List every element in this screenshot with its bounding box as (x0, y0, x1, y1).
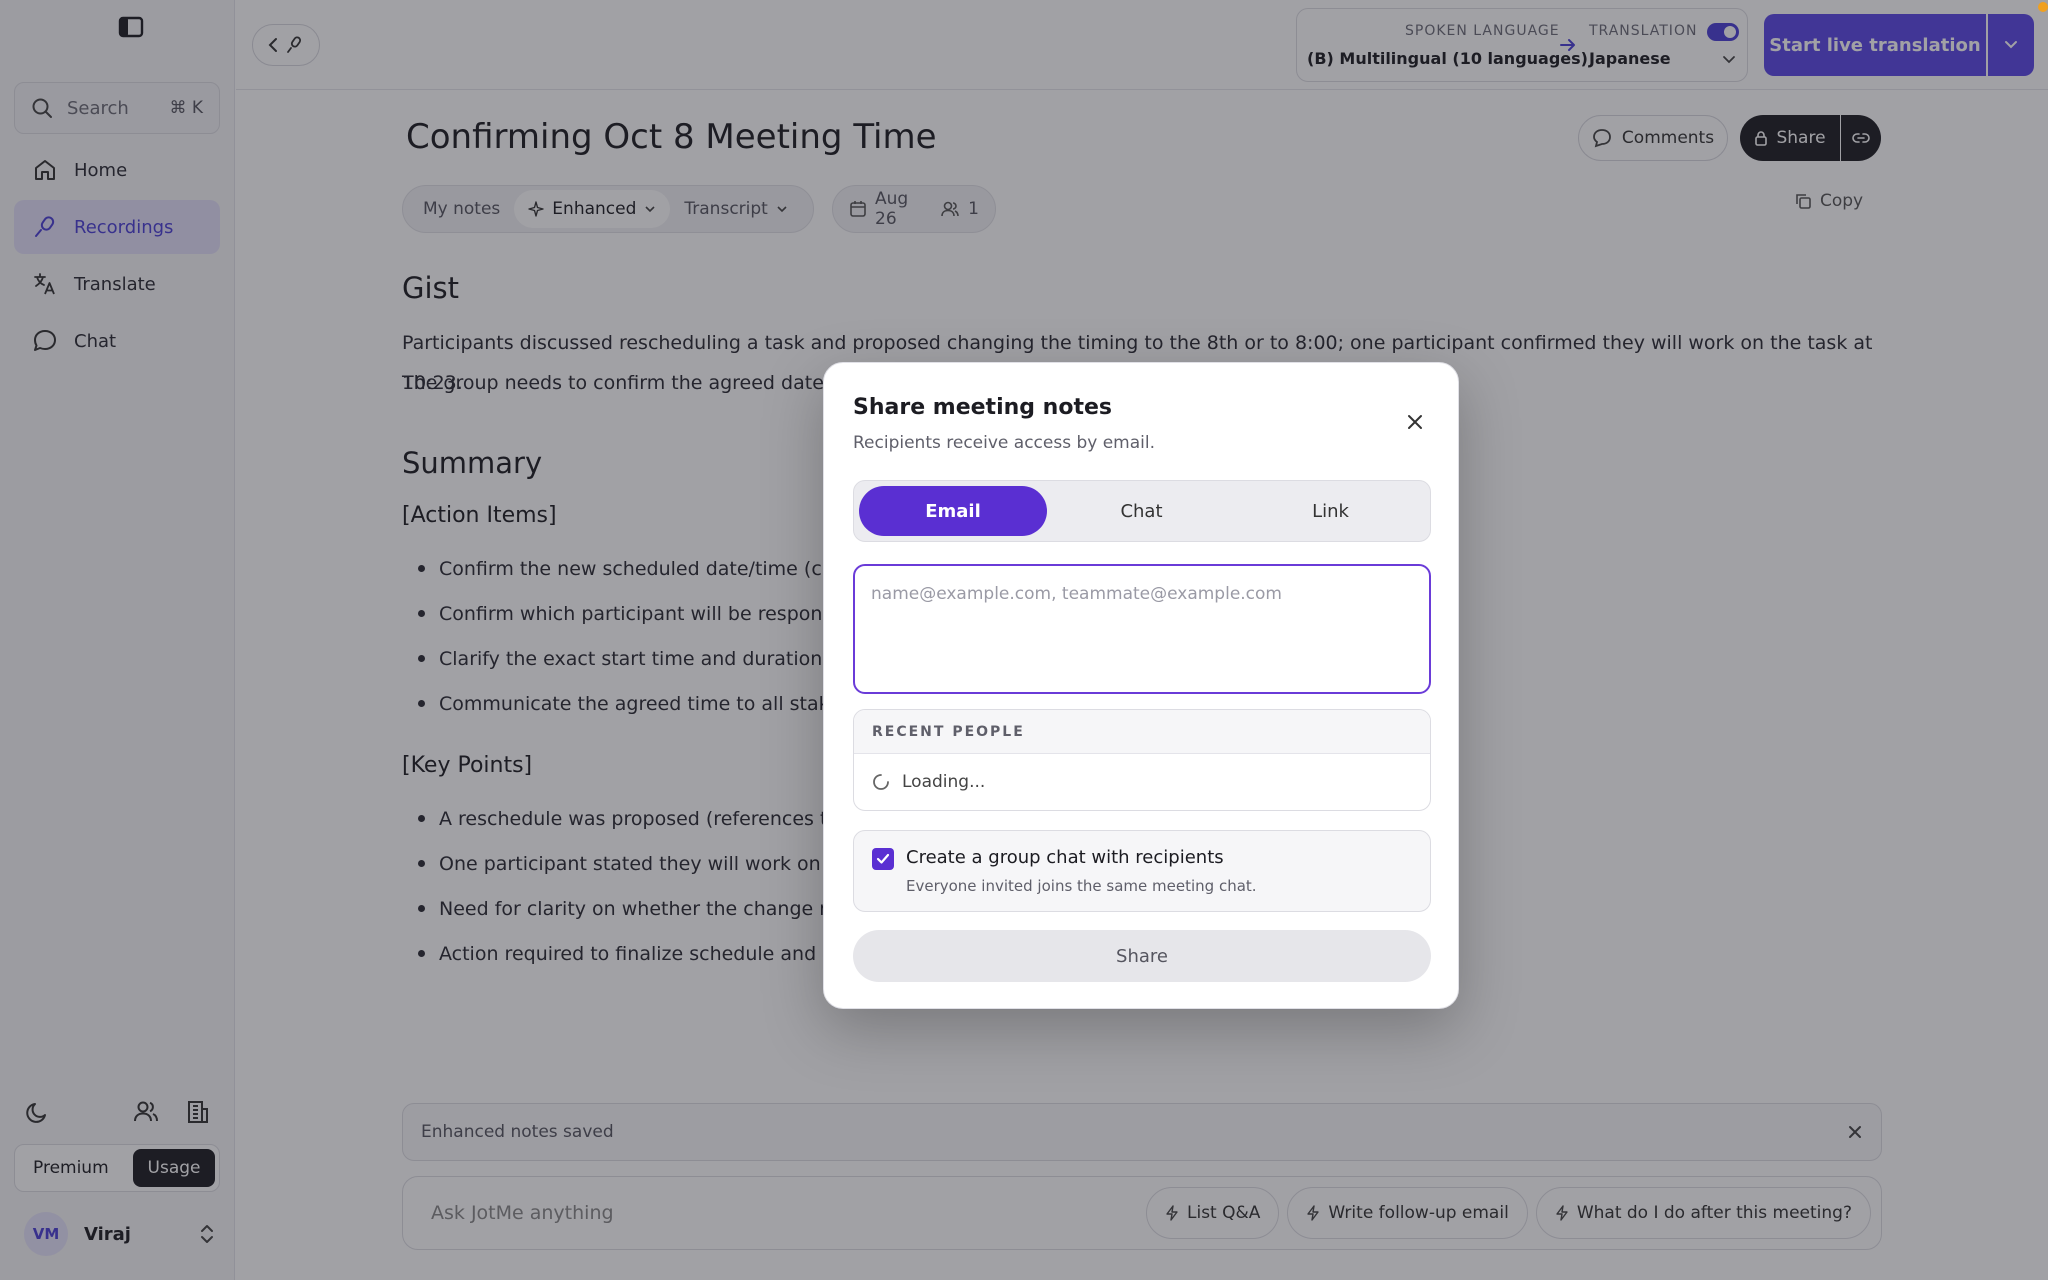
recent-people-panel: RECENT PEOPLE Loading... (853, 709, 1431, 811)
group-chat-description: Everyone invited joins the same meeting … (906, 877, 1257, 895)
tab-email[interactable]: Email (859, 486, 1047, 536)
email-recipients-input[interactable] (853, 564, 1431, 694)
group-chat-option[interactable]: Create a group chat with recipients Ever… (853, 830, 1431, 912)
spinner-icon (872, 773, 890, 791)
group-chat-checkbox[interactable] (872, 848, 894, 870)
close-icon[interactable] (1404, 411, 1426, 433)
dialog-title: Share meeting notes (853, 395, 1112, 420)
loading-text: Loading... (902, 772, 986, 792)
recent-people-header: RECENT PEOPLE (854, 710, 1430, 754)
group-chat-label: Create a group chat with recipients (906, 847, 1224, 868)
share-submit-button[interactable]: Share (853, 930, 1431, 982)
dialog-subtitle: Recipients receive access by email. (853, 433, 1156, 453)
status-dot (2038, 2, 2048, 12)
loading-row: Loading... (854, 754, 1430, 810)
share-dialog: Share meeting notes Recipients receive a… (823, 362, 1459, 1009)
tab-chat[interactable]: Chat (1047, 486, 1236, 536)
share-method-tabs: Email Chat Link (853, 480, 1431, 542)
tab-link[interactable]: Link (1236, 486, 1425, 536)
